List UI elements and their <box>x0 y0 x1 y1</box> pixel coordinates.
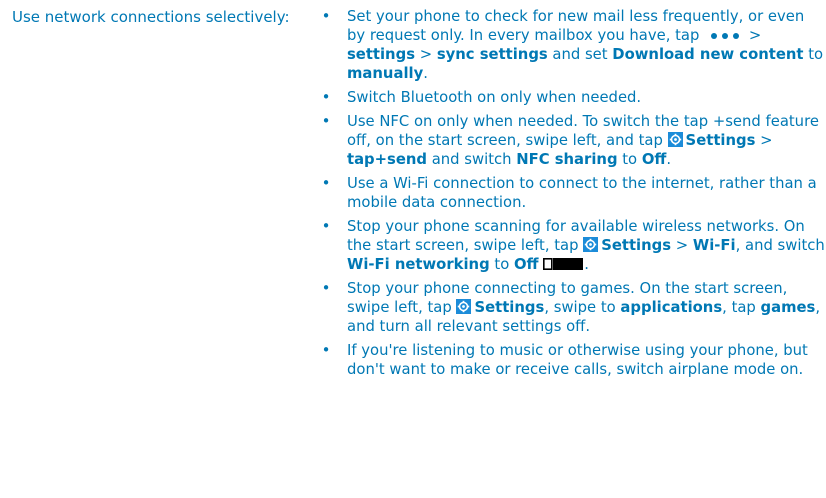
tip-emphasis: Off <box>641 151 667 168</box>
tip-text: , and switch <box>735 237 825 254</box>
tip-text: . <box>584 256 589 273</box>
tip-emphasis: games <box>760 299 816 316</box>
tips-list: • Set your phone to check for new mail l… <box>317 7 825 384</box>
bullet: • <box>321 279 331 297</box>
settings-icon <box>456 299 472 314</box>
tip-text: > <box>748 27 762 44</box>
settings-icon <box>667 132 683 147</box>
tip-text: to <box>489 256 514 273</box>
tip-text: . <box>423 65 428 82</box>
tip-text: > <box>415 46 437 63</box>
tip-emphasis: applications <box>620 299 723 316</box>
bullet: • <box>321 174 331 192</box>
tip-text: > <box>671 237 693 254</box>
section-label: Use network connections selectively: <box>12 8 290 26</box>
tip-text: to <box>803 46 824 63</box>
tip-emphasis: Wi-Fi networking <box>347 256 490 273</box>
settings-icon <box>583 237 599 252</box>
tip-text: and switch <box>427 151 517 168</box>
tip-emphasis: manually <box>347 65 424 82</box>
list-item-mail-sync: • Set your phone to check for new mail l… <box>317 7 825 83</box>
tip-emphasis: Off <box>513 256 539 273</box>
bullet: • <box>321 341 331 359</box>
tip-text: to <box>617 151 642 168</box>
tip-emphasis: tap+send <box>347 151 428 168</box>
tip-emphasis: Settings <box>474 299 545 316</box>
list-item-airplane-mode: • If you're listening to music or otherw… <box>317 341 825 379</box>
list-item-wifi-connection: • Use a Wi-Fi connection to connect to t… <box>317 174 825 212</box>
tip-text: Switch Bluetooth on only when needed. <box>347 89 642 106</box>
tip-emphasis: Download new content <box>612 46 804 63</box>
list-item-wifi-scanning: • Stop your phone scanning for available… <box>317 217 825 274</box>
list-item-games: • Stop your phone connecting to games. O… <box>317 279 825 336</box>
bullet: • <box>321 7 331 25</box>
ellipsis-icon <box>711 33 740 39</box>
toggle-off-icon <box>543 258 584 270</box>
tip-text: , tap <box>722 299 761 316</box>
tip-emphasis: NFC sharing <box>516 151 618 168</box>
tip-text: . <box>666 151 672 168</box>
tip-text: and set <box>547 46 613 63</box>
tip-emphasis: settings <box>347 46 415 63</box>
tip-text: > <box>755 132 773 149</box>
bullet: • <box>321 112 331 130</box>
tip-emphasis: Settings <box>685 132 756 149</box>
list-item-bluetooth: • Switch Bluetooth on only when needed. <box>317 88 825 107</box>
tip-emphasis: Wi-Fi <box>692 237 736 254</box>
tip-emphasis: Settings <box>601 237 672 254</box>
tip-text: If you're listening to music or otherwis… <box>347 342 808 378</box>
tip-text: Use a Wi-Fi connection to connect to the… <box>347 175 817 211</box>
bullet: • <box>321 217 331 235</box>
tip-text: , swipe to <box>544 299 621 316</box>
bullet: • <box>321 88 331 106</box>
tip-emphasis: sync settings <box>436 46 548 63</box>
list-item-nfc: • Use NFC on only when needed. To switch… <box>317 112 825 169</box>
